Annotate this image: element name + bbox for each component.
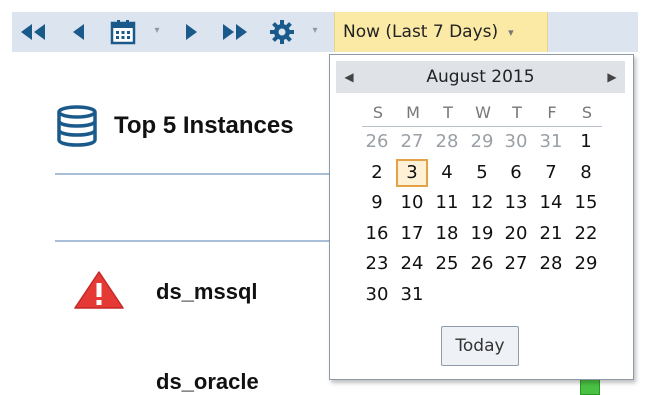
weekday-label: F (547, 103, 557, 122)
chevron-down-icon: ▾ (508, 25, 514, 39)
previous-month-button[interactable]: ◀ (340, 68, 358, 86)
calendar-month-label: August 2015 (426, 67, 535, 87)
next-month-button[interactable]: ▶ (603, 68, 621, 86)
calendar-day[interactable]: 31 (397, 282, 427, 308)
toolbar: ▾ ▾ Now (Last 7 Days) ▾ (0, 0, 647, 56)
calendar-day[interactable]: 6 (501, 160, 531, 186)
weekday-label: S (372, 103, 384, 122)
double-left-arrow-icon (21, 24, 45, 40)
calendar-day[interactable]: 25 (432, 251, 462, 277)
instance-name[interactable]: ds_oracle (156, 369, 259, 395)
settings-dropdown-caret[interactable]: ▾ (310, 26, 320, 36)
database-icon (57, 105, 97, 147)
calendar-icon (110, 20, 136, 45)
double-right-arrow-icon (223, 24, 247, 40)
calendar-day[interactable]: 2 (362, 160, 392, 186)
calendar-day[interactable]: 26 (362, 129, 392, 155)
calendar-day[interactable]: 5 (467, 160, 497, 186)
calendar-day[interactable]: 4 (432, 160, 462, 186)
calendar-day[interactable]: 19 (467, 221, 497, 247)
calendar-day[interactable]: 15 (571, 190, 601, 216)
calendar-dropdown-caret[interactable]: ▾ (152, 26, 162, 36)
calendar-day[interactable]: 23 (362, 251, 392, 277)
last-page-button[interactable] (218, 16, 252, 48)
calendar-day[interactable]: 7 (536, 160, 566, 186)
calendar-day[interactable]: 17 (397, 221, 427, 247)
first-page-button[interactable] (16, 16, 50, 48)
calendar-day[interactable]: 18 (432, 221, 462, 247)
prev-button[interactable] (66, 16, 90, 48)
calendar-day[interactable]: 26 (467, 251, 497, 277)
weekday-label: T (512, 103, 522, 122)
time-range-label: Now (Last 7 Days) (343, 22, 499, 42)
weekday-label: M (406, 103, 420, 122)
calendar-day[interactable]: 30 (501, 129, 531, 155)
calendar-day[interactable]: 9 (362, 190, 392, 216)
calendar-day-selected[interactable]: 3 (396, 158, 428, 187)
weekday-label: S (581, 103, 593, 122)
calendar-day[interactable]: 31 (536, 129, 566, 155)
calendar-day[interactable]: 22 (571, 221, 601, 247)
right-arrow-icon (186, 24, 197, 40)
calendar-day[interactable]: 28 (432, 129, 462, 155)
calendar-day[interactable]: 12 (467, 190, 497, 216)
time-range-dropdown[interactable]: Now (Last 7 Days) ▾ (334, 12, 548, 52)
next-button[interactable] (180, 16, 204, 48)
section-title: Top 5 Instances (114, 112, 294, 139)
calendar-day[interactable]: 24 (397, 251, 427, 277)
calendar-day[interactable]: 11 (432, 190, 462, 216)
calendar-day[interactable]: 29 (467, 129, 497, 155)
calendar-day[interactable]: 1 (571, 129, 601, 155)
calendar-popup: August 2015 ◀ ▶ Today S M T W T F S 26 27 28 29 30 3… (329, 54, 634, 380)
calendar-button[interactable] (106, 16, 140, 48)
calendar-day[interactable]: 20 (501, 221, 531, 247)
calendar-day[interactable]: 8 (571, 160, 601, 186)
left-arrow-icon (73, 24, 84, 40)
calendar-day[interactable]: 13 (501, 190, 531, 216)
calendar-day[interactable]: 21 (536, 221, 566, 247)
calendar-day[interactable]: 30 (362, 282, 392, 308)
divider (55, 173, 345, 175)
settings-button[interactable] (266, 16, 298, 48)
weekday-label: T (443, 103, 453, 122)
calendar-day[interactable]: 16 (362, 221, 392, 247)
calendar-header: August 2015 ◀ ▶ (336, 61, 625, 93)
calendar-day[interactable]: 27 (397, 129, 427, 155)
weekday-label: W (475, 103, 491, 122)
divider (55, 240, 345, 242)
calendar-day[interactable]: 14 (536, 190, 566, 216)
instance-name[interactable]: ds_mssql (156, 279, 258, 305)
calendar-day[interactable]: 10 (397, 190, 427, 216)
calendar-day[interactable]: 28 (536, 251, 566, 277)
calendar-day[interactable]: 27 (501, 251, 531, 277)
today-button[interactable]: Today (441, 326, 519, 366)
gear-icon (270, 20, 294, 44)
critical-alert-icon (74, 271, 124, 309)
weekday-divider (362, 126, 602, 127)
calendar-day[interactable]: 29 (571, 251, 601, 277)
